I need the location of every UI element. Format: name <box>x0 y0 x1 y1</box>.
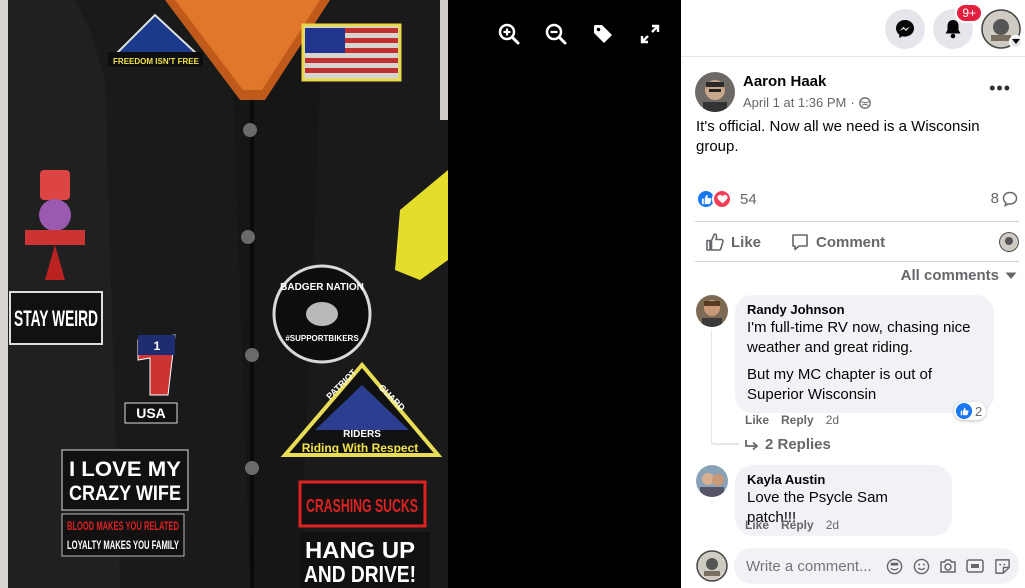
notification-badge: 9+ <box>955 3 983 23</box>
comment-reaction-count[interactable]: 2 <box>954 402 987 420</box>
like-button-label: Like <box>731 233 762 251</box>
comment-icon <box>792 234 808 251</box>
post-actions: Like Comment <box>695 221 1019 262</box>
chevron-down-icon <box>1009 35 1023 49</box>
messenger-button[interactable] <box>885 9 925 49</box>
patch-badger-nation: BADGER NATION <box>280 282 364 293</box>
patch-freedom: FREEDOM ISN'T FREE <box>113 57 200 66</box>
comment-item: Kayla Austin Love the Psycle Sam patch!!… <box>696 465 1019 536</box>
gif-icon[interactable] <box>966 557 984 575</box>
photo-viewer[interactable]: FREEDOM ISN'T FREE STAY WEIRD 1 USA BADG… <box>0 0 681 588</box>
patch-crashing-sucks: CRASHING SUCKS <box>306 496 418 516</box>
avatar-sticker-icon[interactable] <box>885 557 903 575</box>
tag-icon[interactable] <box>589 20 617 48</box>
emoji-icon[interactable] <box>912 557 930 575</box>
comment-filter-label: All comments <box>900 267 999 284</box>
globe-icon <box>858 96 871 109</box>
notifications-button[interactable]: 9+ <box>933 3 983 49</box>
comment-button-label: Comment <box>816 233 886 251</box>
camera-icon[interactable] <box>939 557 957 575</box>
post-timestamp[interactable]: April 1 at 1:36 PM <box>743 95 846 110</box>
sticker-icon[interactable] <box>993 557 1011 575</box>
comment-bubble-icon <box>1002 191 1018 207</box>
author-avatar[interactable] <box>695 72 735 112</box>
patch-crazy-wife: CRAZY WIFE <box>69 482 181 505</box>
patch-and-drive: AND DRIVE! <box>304 561 416 587</box>
comment-like-link[interactable]: Like <box>745 518 769 532</box>
zoom-in-icon[interactable] <box>495 20 523 48</box>
reply-thread-line <box>711 330 739 445</box>
like-reaction-icon <box>956 403 972 419</box>
comment-count[interactable]: 8 <box>991 190 1018 207</box>
thumbs-up-icon <box>706 233 724 251</box>
like-button[interactable]: Like <box>705 232 761 252</box>
commenter-avatar[interactable] <box>696 465 728 497</box>
share-as-avatar[interactable] <box>999 232 1019 252</box>
comment-actions: Like Reply 2d <box>745 413 839 427</box>
patch-love-my: I LOVE MY <box>69 458 181 481</box>
patch-blood-line2: LOYALTY MAKES YOU FAMILY <box>67 538 179 552</box>
view-replies-link[interactable]: 2 Replies <box>745 436 831 453</box>
comment-like-link[interactable]: Like <box>745 413 769 427</box>
post-meta: April 1 at 1:36 PM · <box>743 95 871 110</box>
comment-count-value: 8 <box>990 190 999 207</box>
post-text: It's official. Now all we need is a Wisc… <box>696 118 980 155</box>
patch-usa: USA <box>136 405 166 421</box>
comment-bubble: Randy Johnson I'm full-time RV now, chas… <box>735 295 994 413</box>
account-menu[interactable] <box>981 9 1023 49</box>
patch-blood-line1: BLOOD MAKES YOU RELATED <box>67 519 179 533</box>
comment-like-count: 2 <box>975 403 983 419</box>
comment-filter[interactable]: All comments <box>901 267 1017 284</box>
comment-time[interactable]: 2d <box>826 413 839 427</box>
comment-reply-link[interactable]: Reply <box>781 413 814 427</box>
post-panel: 9+ Aaron Haak April 1 at 1:36 PM · ••• I… <box>681 0 1025 588</box>
more-options-icon[interactable]: ••• <box>989 78 1011 99</box>
patch-riders: RIDERS <box>343 429 381 440</box>
bell-icon <box>945 20 961 39</box>
comment-text: I'm full-time RV now, chasing nice weath… <box>747 319 971 356</box>
comment-button[interactable]: Comment <box>790 232 885 252</box>
commenter-avatar[interactable] <box>696 295 728 327</box>
patch-hang-up: HANG UP <box>305 537 415 563</box>
commenter-name[interactable]: Randy Johnson <box>747 302 982 318</box>
fullscreen-icon[interactable] <box>636 20 664 48</box>
patch-riding-with-respect: Riding With Respect <box>302 441 419 455</box>
composer-avatar[interactable] <box>696 550 728 582</box>
author-name[interactable]: Aaron Haak <box>743 73 826 90</box>
vest-photo: FREEDOM ISN'T FREE STAY WEIRD 1 USA BADG… <box>0 0 448 588</box>
patch-support-bikers: #SUPPORTBIKERS <box>285 334 359 343</box>
composer-tools <box>885 557 1011 575</box>
comment-actions: Like Reply 2d <box>745 518 839 532</box>
comment-reply-link[interactable]: Reply <box>781 518 814 532</box>
comment-composer <box>696 548 1019 584</box>
comment-text: But my MC chapter is out of Superior Wis… <box>747 366 933 403</box>
view-replies-label: 2 Replies <box>765 436 831 453</box>
post-header: Aaron Haak April 1 at 1:36 PM · ••• <box>695 72 1015 114</box>
meta-separator: · <box>850 95 855 110</box>
comment-item: Randy Johnson I'm full-time RV now, chas… <box>696 295 1019 427</box>
caret-down-icon <box>1005 272 1017 279</box>
love-reaction-icon[interactable] <box>712 189 732 209</box>
comment-time[interactable]: 2d <box>826 518 839 532</box>
reactions-bar: 54 8 <box>696 189 1019 211</box>
patch-number-one: 1 <box>154 339 161 353</box>
commenter-name[interactable]: Kayla Austin <box>747 472 940 488</box>
zoom-out-icon[interactable] <box>542 20 570 48</box>
messenger-icon <box>896 20 914 38</box>
top-bar: 9+ <box>681 0 1025 57</box>
patch-stay-weird: STAY WEIRD <box>14 306 98 331</box>
reaction-count[interactable]: 54 <box>740 191 757 208</box>
reply-arrow-icon <box>745 439 759 450</box>
